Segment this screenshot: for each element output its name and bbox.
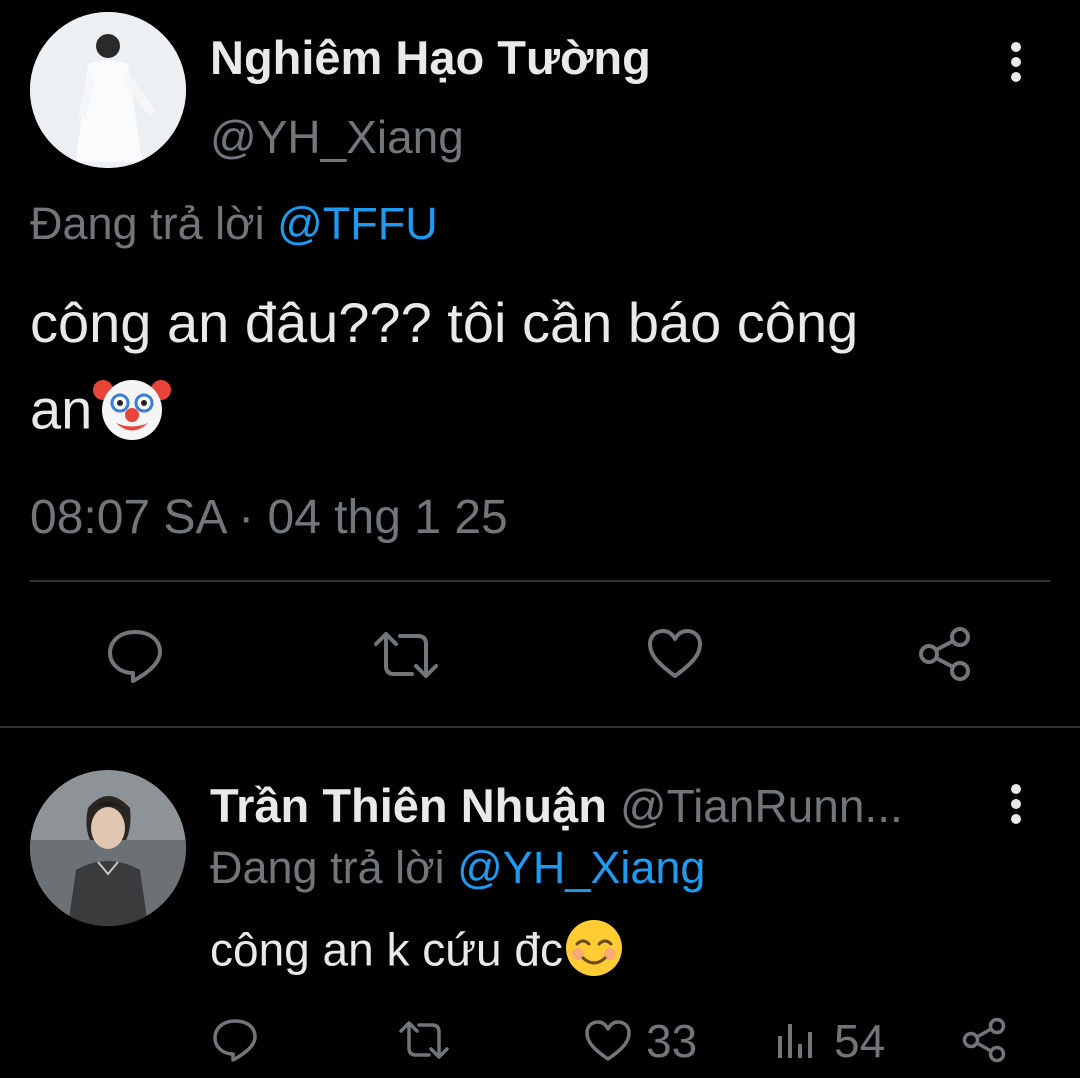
tweet-text-line-2: an [30,372,172,455]
reply-author-name[interactable]: Trần Thiên Nhuận [210,779,607,832]
reply-more-options-icon[interactable] [1006,782,1026,826]
like-icon[interactable] [646,628,704,680]
author-avatar[interactable] [30,12,186,168]
tweet-timestamp[interactable]: 08:07 SA · 04 thg 1 25 [30,490,508,545]
replying-to-line: Đang trả lời @TFFU [30,198,438,250]
reply-reply-icon[interactable] [212,1018,258,1062]
replying-to-prefix: Đang trả lời [30,198,265,249]
retweet-icon[interactable] [372,628,440,682]
more-options-icon[interactable] [1006,40,1026,84]
timestamp-divider [30,580,1050,582]
reply-replying-to-line: Đang trả lời @YH_Xiang [210,842,705,894]
replying-to-handle[interactable]: @TFFU [277,198,438,249]
reply-author-handle[interactable]: @TianRunn... [620,780,903,832]
author-name[interactable]: Nghiêm Hạo Tường [210,30,651,85]
reply-views-icon[interactable] [776,1018,816,1060]
section-divider [0,726,1080,728]
tweet-text-line-1: công an đâu??? tôi cần báo công [30,291,859,354]
tweet-text-line-2-text: an [30,377,93,441]
reply-text-content: công an k cứu đc [210,923,563,976]
clown-face-emoji [92,372,172,455]
reply-header: Trần Thiên Nhuận @TianRunn... [210,778,903,833]
share-icon[interactable] [916,626,974,682]
author-handle[interactable]: @YH_Xiang [210,110,464,164]
reply-retweet-icon[interactable] [398,1018,450,1062]
reply-like-icon[interactable] [584,1020,632,1062]
reply-author-avatar[interactable] [30,770,186,926]
smiling-face-emoji [563,918,625,989]
reply-icon[interactable] [106,628,164,684]
reply-like-count: 33 [646,1015,698,1067]
reply-share-icon[interactable] [960,1016,1008,1064]
reply-text: công an k cứu đc [210,918,625,989]
reply-replying-to-handle[interactable]: @YH_Xiang [457,842,705,893]
reply-replying-to-prefix: Đang trả lời [210,842,445,893]
reply-view-count: 54 [834,1015,886,1067]
